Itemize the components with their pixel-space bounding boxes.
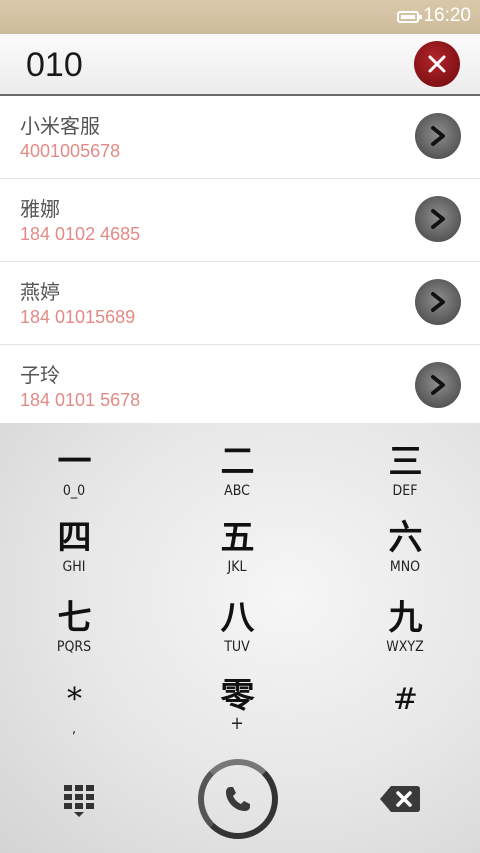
contact-name: 小米客服	[20, 114, 100, 138]
key-glyph: 九	[388, 598, 423, 638]
key-letters: ABC	[224, 483, 250, 499]
key-glyph: 七	[57, 598, 92, 638]
close-icon	[428, 55, 446, 73]
list-item[interactable]: 雅娜 184 0102 4685	[0, 179, 480, 262]
contact-name: 燕婷	[20, 280, 60, 304]
list-item[interactable]: 小米客服 4001005678	[0, 96, 480, 179]
call-button[interactable]	[198, 759, 278, 839]
clear-button[interactable]	[414, 41, 460, 87]
contact-detail-button[interactable]	[415, 279, 461, 325]
key-glyph: 八	[220, 598, 255, 638]
key-3[interactable]: 三 DEF	[345, 443, 465, 525]
key-letters: +	[230, 713, 244, 734]
key-letters: TUV	[224, 639, 250, 655]
key-letters: GHI	[62, 559, 86, 575]
dial-input-bar: 010	[0, 34, 480, 96]
key-0[interactable]: 零 +	[177, 677, 297, 759]
key-glyph: #	[392, 682, 418, 717]
chevron-right-icon	[431, 375, 445, 395]
key-letters: JKL	[227, 559, 247, 575]
dial-keypad: 一 0_0 二 ABC 三 DEF 四 GHI 五 JKL 六 MNO 七 PQ…	[0, 423, 480, 853]
key-1[interactable]: 一 0_0	[14, 443, 134, 525]
contact-number: 184 0102 4685	[20, 224, 141, 244]
key-glyph: 三	[388, 442, 423, 482]
contact-number: 184 01015689	[20, 307, 136, 327]
list-item[interactable]: 子玲 184 0101 5678	[0, 345, 480, 428]
key-glyph: 六	[388, 518, 423, 558]
chevron-right-icon	[431, 292, 445, 312]
key-letters: PQRS	[56, 639, 92, 655]
dialed-number[interactable]: 010	[26, 46, 83, 85]
contact-name: 子玲	[20, 363, 60, 387]
dialpad-toggle-button[interactable]	[62, 783, 96, 819]
key-5[interactable]: 五 JKL	[177, 519, 297, 601]
contact-number: 4001005678	[20, 141, 121, 161]
key-letters: MNO	[389, 559, 421, 575]
key-6[interactable]: 六 MNO	[345, 519, 465, 601]
backspace-button[interactable]	[379, 784, 421, 814]
phone-icon	[226, 787, 250, 811]
key-2[interactable]: 二 ABC	[177, 443, 297, 525]
status-bar: 16:20	[0, 0, 480, 34]
contact-number: 184 0101 5678	[20, 390, 141, 410]
contact-results-list: 小米客服 4001005678 雅娜 184 0102 4685 燕婷 184 …	[0, 96, 480, 428]
key-hash[interactable]: #	[345, 681, 465, 763]
key-star[interactable]: * ,	[14, 681, 134, 763]
status-time: 16:20	[423, 5, 471, 26]
contact-detail-button[interactable]	[415, 113, 461, 159]
contact-detail-button[interactable]	[415, 196, 461, 242]
key-glyph: *	[67, 682, 82, 717]
chevron-right-icon	[431, 209, 445, 229]
key-4[interactable]: 四 GHI	[14, 519, 134, 601]
key-letters: 0_0	[62, 483, 86, 499]
chevron-right-icon	[431, 126, 445, 146]
key-7[interactable]: 七 PQRS	[14, 599, 134, 681]
contact-name: 雅娜	[20, 197, 60, 221]
contact-detail-button[interactable]	[415, 362, 461, 408]
key-9[interactable]: 九 WXYZ	[345, 599, 465, 681]
key-glyph: 四	[57, 518, 92, 558]
battery-icon	[397, 11, 422, 23]
list-item[interactable]: 燕婷 184 01015689	[0, 262, 480, 345]
key-8[interactable]: 八 TUV	[177, 599, 297, 681]
key-glyph: 一	[57, 442, 92, 482]
key-glyph: 五	[220, 518, 255, 558]
dialpad-grid-icon	[64, 785, 94, 817]
key-letters: WXYZ	[386, 639, 424, 655]
key-letters: DEF	[392, 483, 418, 499]
key-letters: ,	[72, 721, 76, 737]
key-glyph: 零	[220, 676, 255, 716]
key-glyph: 二	[220, 442, 255, 482]
backspace-icon	[380, 786, 420, 812]
